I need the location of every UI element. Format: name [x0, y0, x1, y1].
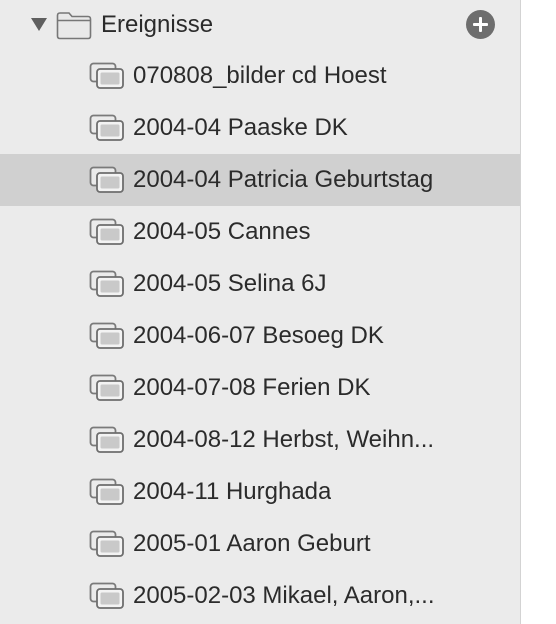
album-label: 2004-06-07 Besoeg DK: [133, 322, 384, 349]
folder-icon: [56, 12, 92, 40]
plus-circle-icon[interactable]: [466, 10, 495, 39]
album-row[interactable]: 2004-04 Paaske DK: [0, 102, 520, 154]
album-label: 2004-04 Paaske DK: [133, 114, 348, 141]
album-row[interactable]: 2004-07-08 Ferien DK: [0, 362, 520, 414]
album-stack-icon: [89, 478, 124, 505]
album-stack-icon: [89, 582, 124, 609]
album-label: 2004-11 Hurghada: [133, 478, 332, 505]
album-row[interactable]: 2004-05 Cannes: [0, 206, 520, 258]
album-label: 2004-07-08 Ferien DK: [133, 374, 371, 401]
album-row[interactable]: 2004-06-07 Besoeg DK: [0, 310, 520, 362]
album-row[interactable]: 2004-04 Patricia Geburtstag: [0, 154, 520, 206]
album-label: 2004-08-12 Herbst, Weihn...: [133, 426, 435, 453]
album-label: 2004-05 Cannes: [133, 218, 311, 245]
album-row[interactable]: 2004-05 Selina 6J: [0, 258, 520, 310]
album-stack-icon: [89, 62, 124, 89]
album-stack-icon: [89, 426, 124, 453]
sidebar-divider: [520, 0, 521, 624]
album-stack-icon: [89, 114, 124, 141]
album-stack-icon: [89, 374, 124, 401]
album-stack-icon: [89, 166, 124, 193]
album-row[interactable]: 2005-02-03 Mikael, Aaron,...: [0, 570, 520, 622]
album-stack-icon: [89, 322, 124, 349]
album-label: 070808_bilder cd Hoest: [133, 62, 387, 89]
album-row[interactable]: 2004-08-12 Herbst, Weihn...: [0, 414, 520, 466]
sidebar: Ereignisse 070808_bilder cd Hoest 2004-04…: [0, 0, 520, 624]
disclosure-triangle-icon[interactable]: [31, 18, 47, 31]
album-label: 2005-01 Aaron Geburt: [133, 530, 371, 557]
album-row[interactable]: 2005-01 Aaron Geburt: [0, 518, 520, 570]
album-row[interactable]: 070808_bilder cd Hoest: [0, 50, 520, 102]
group-header-ereignisse[interactable]: Ereignisse: [0, 0, 520, 52]
album-stack-icon: [89, 530, 124, 557]
album-label: 2005-02-03 Mikael, Aaron,...: [133, 582, 435, 609]
album-stack-icon: [89, 218, 124, 245]
album-stack-icon: [89, 270, 124, 297]
group-label: Ereignisse: [101, 11, 214, 38]
album-label: 2004-04 Patricia Geburtstag: [133, 166, 434, 193]
album-row[interactable]: 2004-11 Hurghada: [0, 466, 520, 518]
album-label: 2004-05 Selina 6J: [133, 270, 327, 297]
album-list: 070808_bilder cd Hoest 2004-04 Paaske DK 2…: [0, 50, 520, 622]
